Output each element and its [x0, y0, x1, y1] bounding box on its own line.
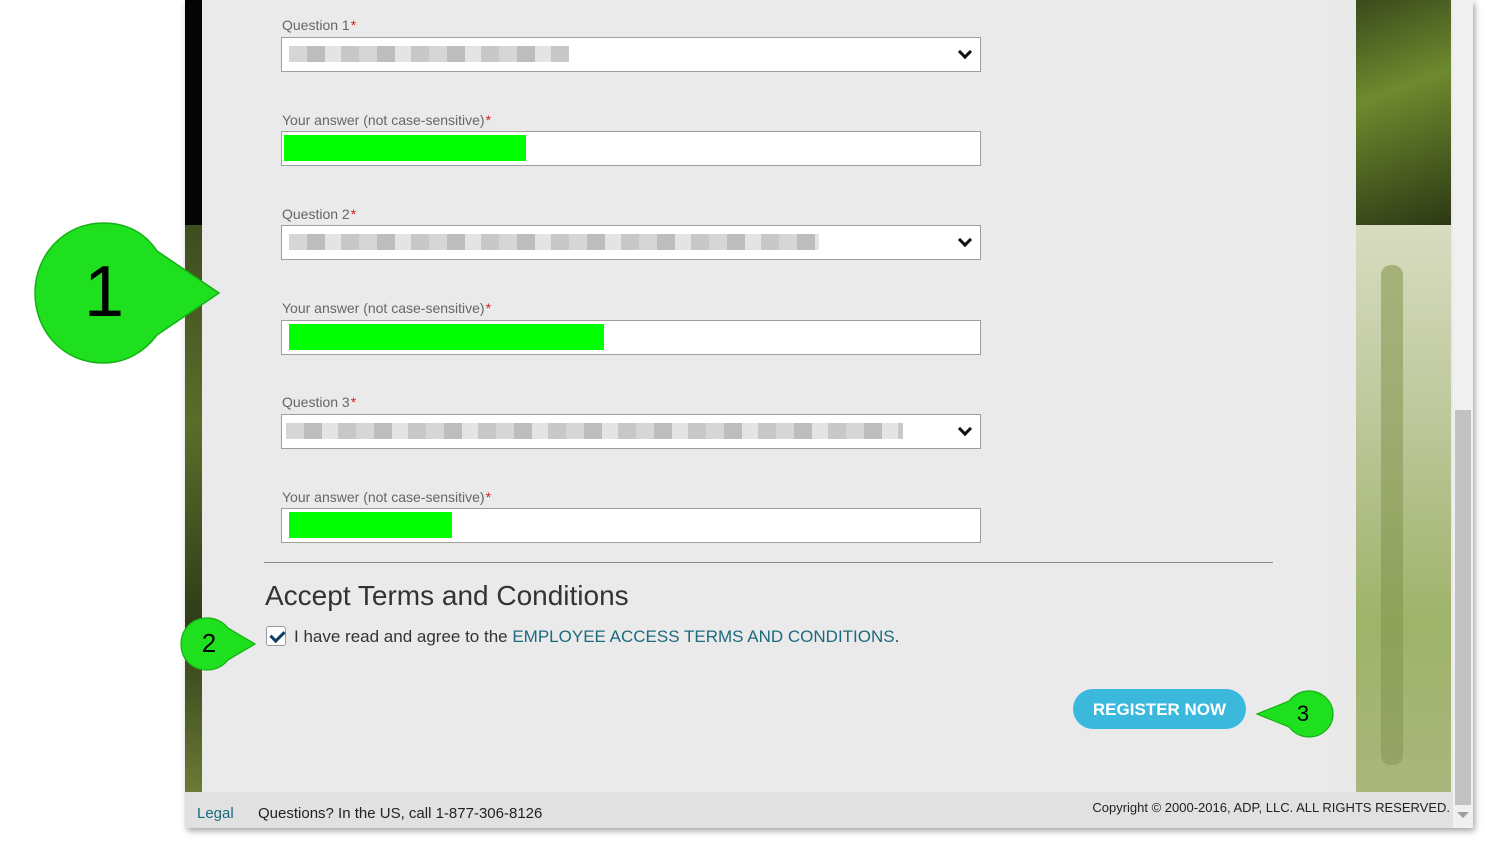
question-3-label-text: Question 3 [282, 394, 350, 410]
answer-3-label-text: Your answer (not case-sensitive) [282, 489, 485, 505]
terms-agree-label: I have read and agree to the [294, 627, 508, 646]
support-phone-text: Questions? In the US, call 1-877-306-812… [258, 805, 543, 822]
answer-1-label-text: Your answer (not case-sensitive) [282, 112, 485, 128]
answer-1-redaction [284, 135, 526, 161]
question-3-blurred-value [286, 423, 903, 439]
answer-1-label: Your answer (not case-sensitive)* [282, 112, 491, 128]
question-1-label: Question 1* [282, 17, 356, 33]
callout-3-number: 3 [1296, 701, 1310, 726]
terms-checkbox[interactable] [266, 626, 286, 646]
answer-2-label: Your answer (not case-sensitive)* [282, 300, 491, 316]
copyright-text: Copyright © 2000-2016, ADP, LLC. ALL RIG… [1092, 800, 1450, 815]
terms-period: . [894, 627, 900, 646]
question-2-blurred-value [289, 234, 819, 250]
background-image-right-bottom [1356, 225, 1451, 792]
background-image-left-top [185, 0, 202, 225]
required-mark: * [485, 300, 492, 316]
answer-2-input[interactable] [281, 320, 981, 355]
terms-agree-text: I have read and agree to the EMPLOYEE AC… [294, 627, 899, 647]
register-now-button[interactable]: REGISTER NOW [1073, 689, 1246, 729]
scrollbar-thumb[interactable] [1455, 410, 1471, 805]
chevron-down-icon [957, 421, 973, 437]
terms-heading: Accept Terms and Conditions [265, 580, 629, 611]
chevron-down-icon [957, 232, 973, 248]
question-2-select[interactable] [281, 225, 981, 260]
answer-2-redaction [289, 324, 604, 350]
required-mark: * [485, 112, 492, 128]
answer-1-input[interactable] [281, 131, 981, 166]
question-3-select[interactable] [281, 414, 981, 449]
question-3-label: Question 3* [282, 394, 356, 410]
required-mark: * [350, 206, 357, 222]
legal-link[interactable]: Legal [197, 805, 234, 822]
answer-3-redaction [289, 512, 452, 538]
checkmark-icon [269, 626, 286, 644]
chevron-down-icon [957, 44, 973, 60]
terms-link[interactable]: EMPLOYEE ACCESS TERMS AND CONDITIONS [512, 627, 894, 646]
footer: Legal Questions? In the US, call 1-877-3… [185, 792, 1453, 828]
question-1-blurred-value [289, 46, 569, 62]
vertical-scrollbar[interactable] [1453, 0, 1473, 828]
question-2-label-text: Question 2 [282, 206, 350, 222]
section-divider [264, 562, 1273, 563]
answer-3-input[interactable] [281, 508, 981, 543]
question-1-label-text: Question 1 [282, 17, 350, 33]
required-mark: * [485, 489, 492, 505]
callout-1-number: 1 [83, 252, 125, 332]
registration-form: Question 1* Your answer (not case-sensit… [202, 0, 1334, 792]
required-mark: * [350, 17, 357, 33]
answer-3-label: Your answer (not case-sensitive)* [282, 489, 491, 505]
scroll-down-arrow-icon[interactable] [1457, 812, 1469, 818]
required-mark: * [350, 394, 357, 410]
answer-2-label-text: Your answer (not case-sensitive) [282, 300, 485, 316]
background-image-right-top [1356, 0, 1451, 225]
question-2-label: Question 2* [282, 206, 356, 222]
question-1-select[interactable] [281, 37, 981, 72]
callout-2-number: 2 [201, 628, 217, 658]
